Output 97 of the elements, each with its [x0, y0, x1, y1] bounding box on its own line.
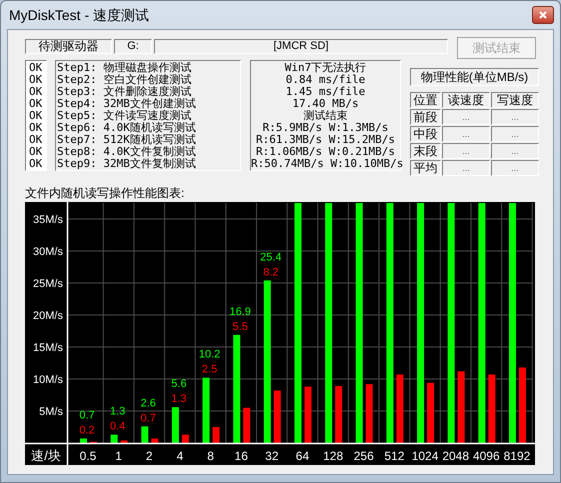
step-name: Step6: 4.0K随机读写测试 — [57, 122, 197, 134]
y-tick-label: 25M/s — [33, 278, 63, 290]
bar — [151, 438, 158, 443]
step-name: Step3: 文件删除速度测试 — [57, 86, 192, 98]
column-header: 读速度 — [442, 92, 490, 108]
value-label: 1.3 — [110, 406, 126, 418]
value-label: 10.2 — [198, 348, 220, 361]
step-status: OK — [28, 98, 44, 110]
bar — [120, 440, 128, 443]
step-result: R:61.3MB/s W:15.2MB/s — [254, 134, 396, 146]
x-tick-label: 2048 — [442, 449, 470, 463]
close-button[interactable] — [532, 6, 554, 24]
x-tick-label: 256 — [354, 449, 374, 463]
bar — [243, 408, 250, 443]
step-result: 测试结束 — [302, 110, 348, 122]
row-label: 平均 — [410, 160, 441, 176]
y-tick-label: 5M/s — [39, 406, 63, 418]
table-cell: ... — [442, 109, 490, 125]
y-tick-label: 30M/s — [33, 246, 63, 258]
step-name: Step2: 空白文件创建测试 — [57, 74, 192, 86]
x-axis-label: 速/块 — [31, 448, 61, 463]
x-tick-label: 128 — [323, 449, 344, 463]
value-label: 25.4 — [260, 251, 282, 264]
x-tick-label: 64 — [296, 449, 310, 463]
table-cell: ... — [442, 143, 490, 159]
column-header: 写速度 — [491, 92, 539, 108]
step-name: Step5: 文件读写速度测试 — [57, 110, 192, 122]
step-result: 17.40 MB/s — [291, 98, 360, 110]
value-label: 0.7 — [79, 410, 95, 422]
value-label: 2.6 — [140, 397, 156, 410]
bar — [202, 378, 210, 443]
window-title: MyDiskTest - 速度测试 — [9, 6, 149, 25]
step-status: OK — [28, 74, 44, 86]
step-name: Step4: 32MB文件创建测试 — [57, 98, 197, 110]
y-tick-label: 35M/s — [33, 214, 63, 226]
value-label: 0.4 — [110, 420, 126, 433]
value-label: 1.3 — [171, 393, 187, 406]
table-cell: ... — [442, 126, 490, 142]
y-tick-label: 15M/s — [33, 342, 63, 354]
physical-title: 物理性能(单位MB/s) — [410, 68, 539, 86]
table-cell: ... — [491, 143, 539, 159]
step-status: OK — [28, 158, 44, 170]
table-cell: ... — [442, 160, 490, 176]
x-tick-label: 1024 — [412, 449, 438, 463]
bar — [80, 438, 87, 443]
bar — [458, 371, 465, 443]
step-status: OK — [28, 86, 44, 98]
value-label: 2.5 — [202, 364, 218, 376]
step-name: Step9: 32MB文件复制测试 — [57, 158, 197, 170]
value-label: 8.2 — [263, 266, 278, 278]
row-label: 末段 — [410, 143, 441, 159]
drive-letter: G: — [114, 39, 152, 54]
step-status: OK — [28, 110, 44, 122]
x-tick-label: 8 — [207, 449, 214, 463]
x-tick-label: 512 — [384, 449, 404, 463]
chart-title: 文件内随机读写操作性能图表: — [25, 187, 186, 201]
step-name: Step1: 物理磁盘操作测试 — [57, 62, 192, 74]
step-result: R:50.74MB/s W:10.10MB/s — [251, 158, 400, 170]
drive-label: 待测驱动器 — [25, 39, 112, 54]
bar — [110, 434, 118, 443]
step-result: R:5.9MB/s W:1.3MB/s — [262, 122, 390, 134]
table-cell: ... — [491, 160, 539, 176]
y-tick-label: 20M/s — [33, 310, 63, 322]
x-tick-label: 0.5 — [80, 449, 96, 463]
step-status: OK — [28, 134, 44, 146]
row-label: 前段 — [410, 109, 441, 125]
drive-name: [JMCR SD] — [154, 39, 448, 54]
step-status: OK — [28, 62, 44, 74]
x-tick-label: 32 — [265, 449, 279, 463]
table-cell: ... — [491, 109, 539, 125]
table-cell: ... — [491, 126, 539, 142]
value-label: 0.2 — [79, 424, 95, 437]
x-tick-label: 16 — [234, 449, 248, 463]
value-label: 16.9 — [230, 306, 251, 318]
row-label: 中段 — [410, 126, 441, 142]
x-tick-label: 2 — [146, 449, 153, 463]
x-tick-label: 4096 — [472, 449, 500, 463]
x-tick-label: 4 — [176, 449, 184, 463]
value-label: 5.6 — [171, 378, 187, 390]
step-status: OK — [28, 146, 44, 158]
step-result: Win7下无法执行 — [284, 62, 368, 74]
step-result: 0.84 ms/file — [284, 74, 366, 86]
step-name: Step8: 4.0K文件复制测试 — [57, 146, 197, 158]
bar — [335, 386, 342, 443]
x-tick-label: 1 — [115, 449, 122, 463]
bar — [427, 382, 434, 443]
column-header: 位置 — [410, 92, 441, 108]
value-label: 0.7 — [140, 412, 156, 424]
x-tick-label: 8192 — [504, 449, 530, 463]
step-result: 1.45 ms/file — [284, 86, 366, 98]
step-name: Step7: 512K随机读写测试 — [57, 134, 197, 146]
step-status: OK — [28, 122, 44, 134]
bar — [212, 427, 220, 443]
y-tick-label: 10M/s — [33, 374, 63, 386]
close-icon — [539, 11, 547, 19]
step-result: R:1.06MB/s W:0.21MB/s — [254, 146, 396, 158]
value-label: 5.5 — [232, 320, 248, 333]
